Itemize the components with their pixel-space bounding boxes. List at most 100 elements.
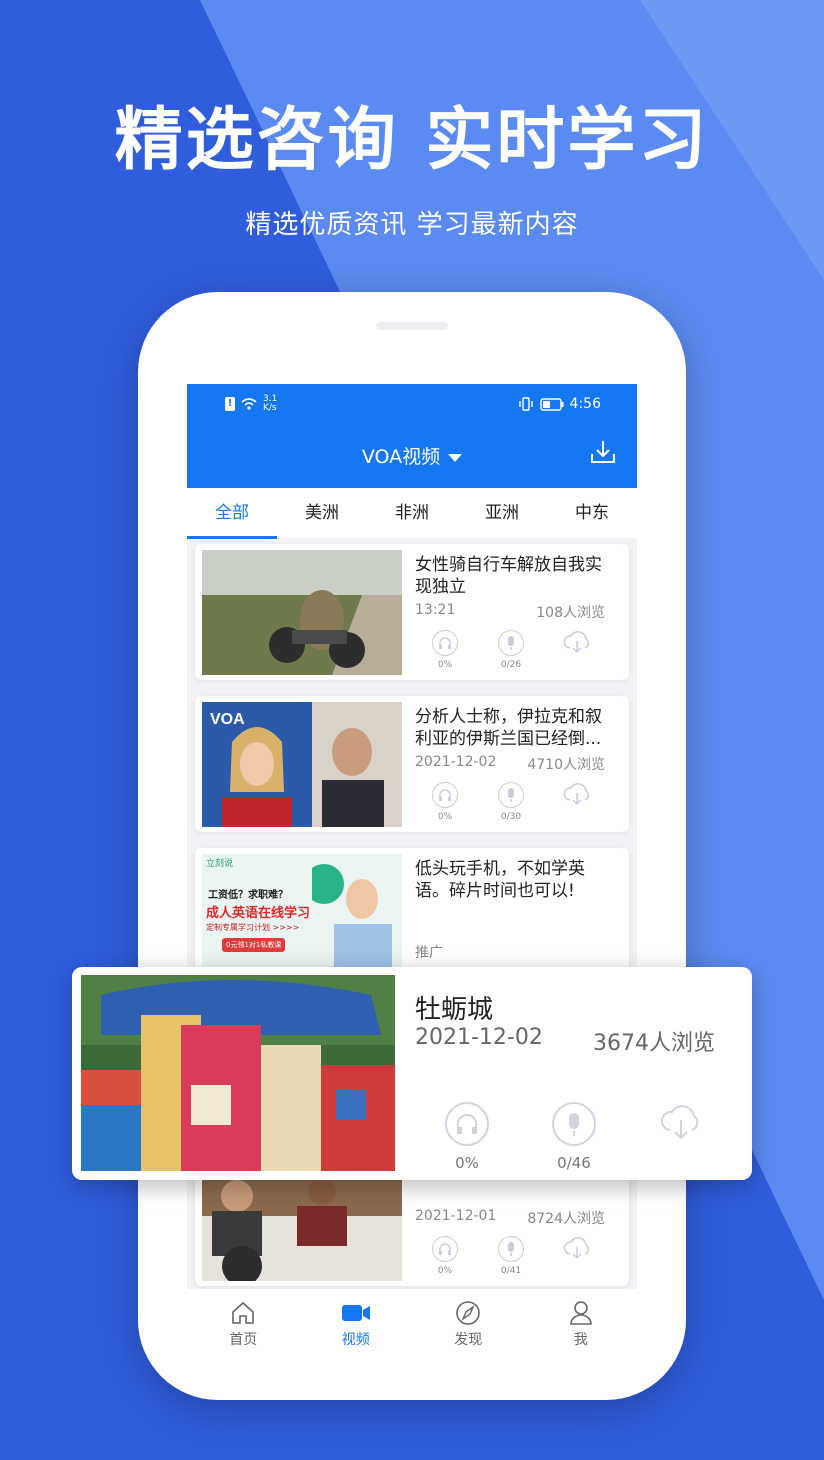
video-thumbnail: VOA: [202, 702, 402, 827]
featured-cloud-download-button[interactable]: [646, 1102, 716, 1146]
cloud-download-icon: [563, 631, 590, 654]
listen-progress: 0%: [437, 660, 453, 670]
featured-record-progress: 0/46: [557, 1154, 591, 1172]
channel-title: VOA视频: [361, 446, 441, 468]
cloud-download-button[interactable]: [557, 782, 597, 811]
ad-thumbnail: 立刻说 工资低？求职难？ 成人英语在线学习 定制专属学习计划 >>>> 0元领1…: [202, 854, 402, 979]
region-tabs: 全部 美洲 非洲 亚洲 中东: [187, 488, 637, 539]
home-icon: [232, 1301, 255, 1324]
microphone-icon: [552, 1102, 596, 1146]
headphones-icon: [432, 782, 458, 808]
promo-subline: 精选优质资讯 学习最新内容: [245, 210, 579, 240]
listen-button[interactable]: 0%: [425, 630, 465, 670]
download-icon[interactable]: [589, 438, 617, 466]
record-progress: 0/30: [500, 812, 522, 822]
ad-cta: 0元领1对1私教课: [222, 938, 286, 952]
record-progress: 0/41: [500, 1266, 522, 1276]
tab-indicator: [187, 536, 277, 539]
ad-title: 低头玩手机，不如学英语。碎片时间也可以!: [415, 859, 585, 901]
nav-home-label: 首页: [229, 1332, 258, 1348]
tab-middle-east[interactable]: 中东: [547, 488, 637, 538]
promo-headline: 精选咨询 实时学习: [114, 101, 710, 180]
microphone-icon: [498, 782, 524, 808]
video-date: 2021-12-01: [415, 1208, 497, 1224]
featured-listen-button[interactable]: 0%: [432, 1102, 502, 1172]
tab-americas[interactable]: 美洲: [277, 488, 367, 538]
featured-title: 牡蛎城: [415, 995, 494, 1025]
record-button[interactable]: 0/26: [491, 630, 531, 670]
nav-discover-label: 发现: [454, 1332, 483, 1348]
video-actions: 0% 0/26: [425, 630, 615, 674]
listen-progress: 0%: [437, 812, 453, 822]
video-actions: 0% 0/41: [425, 1236, 615, 1280]
video-title: 分析人士称，伊拉克和叙利亚的伊斯兰国已经倒...: [415, 707, 602, 749]
video-title: 女性骑自行车解放自我实现独立: [415, 555, 602, 597]
nav-video[interactable]: 视频: [300, 1289, 413, 1359]
featured-date: 2021-12-02: [415, 1025, 543, 1050]
video-card[interactable]: 女性骑自行车解放自我实现独立 13:21 108人浏览 0% 0/26: [195, 544, 629, 680]
listen-progress: 0%: [437, 1266, 453, 1276]
wifi-icon: [241, 398, 257, 410]
video-views: 108人浏览: [536, 605, 605, 621]
alert-icon: !: [225, 397, 235, 411]
user-icon: [569, 1301, 592, 1325]
video-meta: 2021-12-01 8724人浏览: [415, 1208, 605, 1228]
video-date: 2021-12-02: [415, 754, 497, 770]
chevron-down-icon: [448, 453, 463, 462]
status-time: 4:56: [569, 396, 601, 412]
ad-line-1: 工资低？求职难？: [208, 890, 288, 901]
cloud-download-button[interactable]: [557, 630, 597, 659]
video-meta: 13:21 108人浏览: [415, 602, 605, 622]
nav-discover[interactable]: 发现: [412, 1289, 525, 1359]
nav-home[interactable]: 首页: [187, 1289, 300, 1359]
ad-line-3: 定制专属学习计划 >>>>: [206, 923, 300, 932]
listen-button[interactable]: 0%: [425, 782, 465, 822]
ad-card[interactable]: 立刻说 工资低？求职难？ 成人英语在线学习 定制专属学习计划 >>>> 0元领1…: [195, 848, 629, 984]
featured-record-button[interactable]: 0/46: [539, 1102, 609, 1172]
featured-meta: 2021-12-02 3674人浏览: [415, 1025, 715, 1057]
vibrate-icon: [518, 397, 533, 411]
phone-speaker: [376, 322, 448, 330]
record-button[interactable]: 0/41: [491, 1236, 531, 1276]
microphone-icon: [498, 1236, 524, 1262]
status-bar: ! 3.1 K/s 4:56: [187, 384, 637, 424]
cloud-download-icon: [563, 783, 590, 806]
headphones-icon: [445, 1102, 489, 1146]
nav-me[interactable]: 我: [525, 1289, 638, 1359]
cloud-download-button[interactable]: [557, 1236, 597, 1265]
microphone-icon: [498, 630, 524, 656]
cloud-download-icon: [661, 1105, 699, 1140]
battery-icon: [539, 397, 564, 411]
top-navbar: VOA视频: [187, 424, 637, 488]
svg-text:VOA: VOA: [210, 711, 245, 728]
ad-brand: 立刻说: [206, 859, 234, 869]
cloud-download-icon: [563, 1237, 590, 1260]
app-screen: ! 3.1 K/s 4:56 VOA视频 全部 美洲 非洲 亚洲 中东 女性骑自…: [187, 384, 637, 1359]
tab-all[interactable]: 全部: [187, 488, 277, 538]
phone-frame: ! 3.1 K/s 4:56 VOA视频 全部 美洲 非洲 亚洲 中东 女性骑自…: [138, 292, 686, 1400]
video-meta: 2021-12-02 4710人浏览: [415, 754, 605, 774]
record-progress: 0/26: [500, 660, 522, 670]
video-views: 8724人浏览: [527, 1211, 605, 1227]
listen-button[interactable]: 0%: [425, 1236, 465, 1276]
tab-africa[interactable]: 非洲: [367, 488, 457, 538]
featured-listen-progress: 0%: [455, 1154, 479, 1172]
video-thumbnail: [202, 550, 402, 675]
video-camera-icon: [341, 1305, 370, 1321]
featured-views: 3674人浏览: [593, 1031, 715, 1056]
video-date: 13:21: [415, 602, 456, 618]
featured-video-card[interactable]: 牡蛎城 2021-12-02 3674人浏览 0% 0/46: [72, 967, 752, 1180]
compass-icon: [456, 1301, 481, 1325]
bottom-navigation: 首页 视频 发现 我: [187, 1289, 637, 1359]
ad-line-2: 成人英语在线学习: [206, 906, 311, 921]
channel-selector[interactable]: VOA视频: [187, 442, 637, 469]
record-button[interactable]: 0/30: [491, 782, 531, 822]
tab-asia[interactable]: 亚洲: [457, 488, 547, 538]
video-views: 4710人浏览: [527, 757, 605, 773]
sponsored-tag: 推广: [415, 945, 443, 961]
headphones-icon: [432, 630, 458, 656]
video-card[interactable]: VOA 分析人士称，伊拉克和叙利亚的伊斯兰国已经倒... 2021-12-02 4…: [195, 696, 629, 832]
video-actions: 0% 0/30: [425, 782, 615, 826]
speed-unit: K/s: [263, 403, 277, 413]
featured-thumbnail: [81, 975, 395, 1171]
